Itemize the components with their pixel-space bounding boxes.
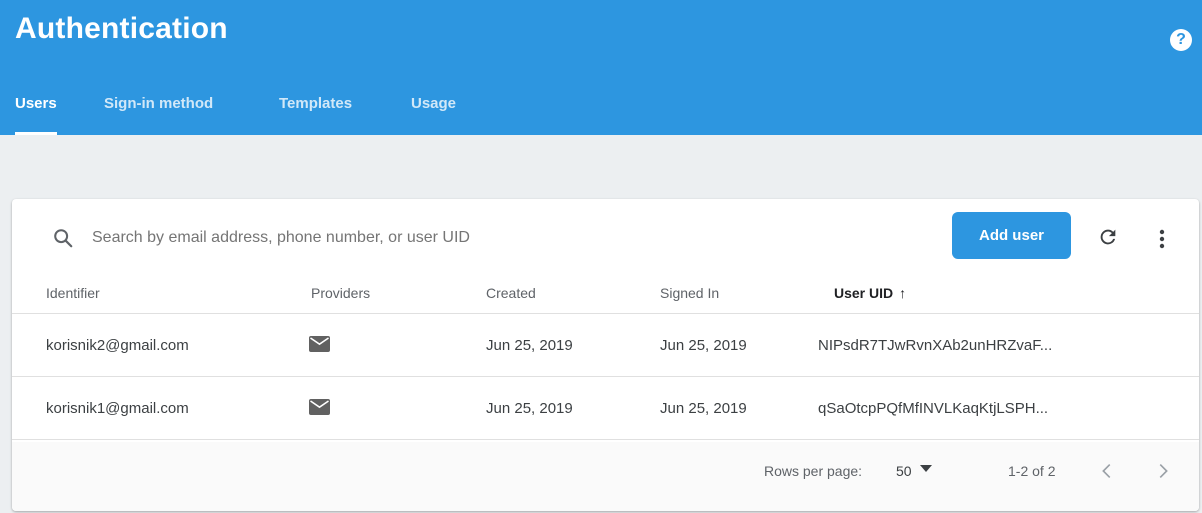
- tab-usage[interactable]: Usage: [411, 88, 456, 135]
- add-user-button[interactable]: Add user: [952, 212, 1071, 259]
- column-header-user-uid[interactable]: User UID ↑: [834, 285, 906, 301]
- pagination-range: 1-2 of 2: [1008, 463, 1056, 479]
- pagination-footer: Rows per page: 50 1-2 of 2: [12, 442, 1199, 511]
- sort-ascending-icon: ↑: [899, 285, 907, 301]
- cell-identifier: korisnik1@gmail.com: [46, 400, 189, 417]
- tab-users[interactable]: Users: [15, 88, 57, 135]
- table-row[interactable]: korisnik2@gmail.com Jun 25, 2019 Jun 25,…: [12, 314, 1199, 377]
- column-header-user-uid-label: User UID: [834, 285, 894, 301]
- tab-templates[interactable]: Templates: [279, 88, 352, 135]
- refresh-icon[interactable]: [1097, 226, 1119, 248]
- email-icon: [309, 399, 330, 415]
- column-header-signed-in[interactable]: Signed In: [660, 285, 719, 301]
- column-header-identifier[interactable]: Identifier: [46, 285, 100, 301]
- column-header-created[interactable]: Created: [486, 285, 536, 301]
- users-card: Add user Identifier Providers Created Si…: [12, 199, 1199, 511]
- app-header: Authentication ? Users Sign-in method Te…: [0, 0, 1202, 135]
- search-input[interactable]: [92, 223, 652, 253]
- page-title: Authentication: [15, 12, 228, 45]
- chevron-right-icon[interactable]: [1152, 460, 1174, 482]
- cell-identifier: korisnik2@gmail.com: [46, 337, 189, 354]
- dropdown-arrow-icon: [920, 465, 932, 472]
- cell-created: Jun 25, 2019: [486, 337, 573, 354]
- rows-per-page-value: 50: [896, 463, 912, 479]
- search-icon: [54, 229, 73, 248]
- cell-user-uid: qSaOtcpPQfMfINVLKaqKtjLSPH...: [818, 400, 1049, 417]
- cell-created: Jun 25, 2019: [486, 400, 573, 417]
- chevron-left-icon[interactable]: [1096, 460, 1118, 482]
- tab-sign-in-method[interactable]: Sign-in method: [104, 88, 213, 135]
- column-header-providers: Providers: [311, 285, 371, 301]
- cell-signed-in: Jun 25, 2019: [660, 400, 747, 417]
- cell-signed-in: Jun 25, 2019: [660, 337, 747, 354]
- table-row[interactable]: korisnik1@gmail.com Jun 25, 2019 Jun 25,…: [12, 377, 1199, 440]
- rows-per-page-label: Rows per page:: [764, 463, 863, 479]
- help-icon[interactable]: ?: [1170, 29, 1192, 51]
- email-icon: [309, 336, 330, 352]
- more-vert-icon[interactable]: [1151, 226, 1173, 252]
- cell-user-uid: NIPsdR7TJwRvnXAb2unHRZvaF...: [818, 337, 1053, 354]
